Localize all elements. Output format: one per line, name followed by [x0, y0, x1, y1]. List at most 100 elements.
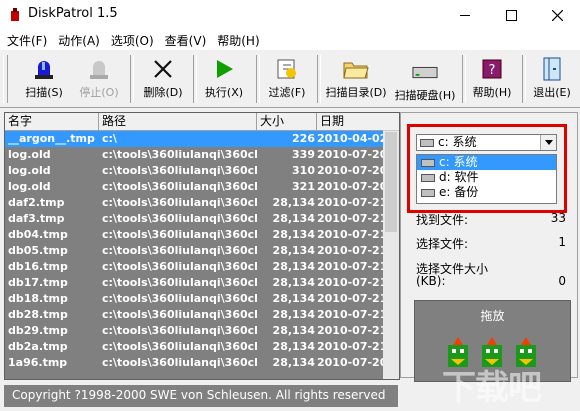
cell-size: 28,134 — [272, 292, 315, 305]
cell-path: c:\tools\360liulanqi\360chrome — [102, 164, 257, 177]
table-row[interactable]: log.old c:\tools\360liulanqi\360chrome 321… — [5, 179, 383, 195]
exit-door-icon — [539, 57, 565, 81]
cell-date: 2010-07-21 8:25 — [317, 212, 383, 225]
selected-size-unit: (KB): — [416, 274, 446, 288]
cell-path: c:\tools\360liulanqi\360chrome — [102, 260, 257, 273]
selected-files-value: 1 — [558, 235, 566, 249]
run-button[interactable]: 执行(X) — [198, 53, 250, 103]
cell-name: db16.tmp — [8, 260, 68, 273]
scan-dir-label: 扫描目录(D) — [325, 86, 387, 99]
cell-name: log.old — [8, 164, 51, 177]
table-row[interactable]: db29.tmp c:\tools\360liulanqi\360chrome 28… — [5, 323, 383, 339]
column-header-size[interactable]: 大小 — [257, 113, 317, 130]
menu-view[interactable]: 查看(V) — [158, 30, 207, 50]
scan-button[interactable]: 扫描(S) — [20, 53, 68, 103]
toolbar-separator — [317, 55, 321, 103]
cell-date: 2010-07-20 8:51 — [317, 148, 383, 161]
table-row[interactable]: db05.tmp c:\tools\360liulanqi\360chrome 28… — [5, 243, 383, 259]
cell-name: db2a.tmp — [8, 340, 68, 353]
cell-path: c:\tools\360liulanqi\360chrome — [102, 324, 257, 337]
delete-label: 删除(D) — [143, 86, 183, 99]
table-row[interactable]: db17.tmp c:\tools\360liulanqi\360chrome 28… — [5, 275, 383, 291]
menu-options[interactable]: 选项(O) — [104, 30, 154, 50]
cell-name: __argon__.tmp — [8, 132, 95, 145]
cell-date: 2010-07-21 8:25 — [317, 228, 383, 241]
cell-size: 28,134 — [272, 212, 315, 225]
table-row[interactable]: daf3.tmp c:\tools\360liulanqi\360chrome 28… — [5, 211, 383, 227]
cell-size: 28,134 — [272, 356, 315, 369]
toolbar-separator — [256, 55, 260, 103]
scroll-up-button[interactable] — [383, 113, 399, 131]
menu-action[interactable]: 动作(A) — [51, 30, 100, 50]
vertical-scrollbar[interactable] — [383, 113, 399, 379]
maximize-icon — [505, 9, 517, 21]
cell-path: c:\tools\360liulanqi\360chrome — [102, 292, 257, 305]
scan-dir-button[interactable]: 扫描目录(D) — [322, 53, 390, 103]
cell-date: 2010-07-20 8:51 — [317, 164, 383, 177]
table-row[interactable]: log.old c:\tools\360liulanqi\360chrome 310… — [5, 163, 383, 179]
table-body: __argon__.tmp c:\ 2262010-04-02 14:28 log.o… — [5, 131, 383, 371]
cell-size: 339 — [292, 148, 315, 161]
cell-path: c:\tools\360liulanqi\360chrome — [102, 340, 257, 353]
close-button[interactable] — [534, 0, 580, 30]
stop-button[interactable]: 停止(O) — [75, 53, 123, 103]
table-row[interactable]: db04.tmp c:\tools\360liulanqi\360chrome 28… — [5, 227, 383, 243]
cell-size: 28,134 — [272, 340, 315, 353]
minimize-icon — [460, 14, 470, 16]
cell-name: db18.tmp — [8, 292, 68, 305]
cell-name: db29.tmp — [8, 324, 68, 337]
table-row[interactable]: db2a.tmp c:\tools\360liulanqi\360chrome 28… — [5, 339, 383, 355]
scan-disk-label: 扫描硬盘(H) — [394, 89, 456, 102]
cell-path: c:\tools\360liulanqi\360chrome — [102, 212, 257, 225]
table-row[interactable]: daf2.tmp c:\tools\360liulanqi\360chrome 28… — [5, 195, 383, 211]
cell-date: 2010-07-21 8:25 — [317, 308, 383, 321]
cell-path: c:\tools\360liulanqi\360chrome — [102, 180, 257, 193]
toolbar-separator — [193, 55, 197, 103]
column-header-date[interactable]: 日期 — [317, 113, 383, 130]
table-row[interactable]: db16.tmp c:\tools\360liulanqi\360chrome 28… — [5, 259, 383, 275]
filter-button[interactable]: 过滤(F) — [262, 53, 312, 103]
drop-zone-label: 拖放 — [480, 309, 505, 323]
cell-date: 2010-07-21 8:25 — [317, 244, 383, 257]
table-header: 名字 路径 大小 日期 — [5, 113, 383, 131]
close-icon — [551, 9, 563, 21]
exit-label: 退出(E) — [533, 86, 571, 99]
menu-file[interactable]: 文件(F) — [0, 30, 47, 50]
cell-size: 28,134 — [272, 228, 315, 241]
table-row[interactable]: db18.tmp c:\tools\360liulanqi\360chrome 28… — [5, 291, 383, 307]
cell-name: 1a96.tmp — [8, 356, 68, 369]
column-header-path[interactable]: 路径 — [99, 113, 257, 130]
table-row[interactable]: __argon__.tmp c:\ 2262010-04-02 14:28 — [5, 131, 383, 147]
scan-disk-button[interactable]: 扫描硬盘(H) — [392, 53, 458, 103]
folder-icon — [343, 57, 369, 81]
filter-label: 过滤(F) — [268, 86, 306, 99]
window-title: DiskPatrol 1.5 — [28, 6, 118, 21]
minimize-button[interactable] — [442, 0, 488, 30]
status-bar: Copyright ?1998-2000 SWE von Schleusen. … — [4, 385, 398, 407]
cell-date: 2010-07-21 8:25 — [317, 292, 383, 305]
selected-files-label: 选择文件: — [416, 237, 469, 251]
maximize-button[interactable] — [488, 0, 534, 30]
column-header-name[interactable]: 名字 — [5, 113, 99, 130]
highlight-box — [407, 124, 567, 213]
cell-size: 310 — [292, 164, 315, 177]
cell-path: c:\tools\360liulanqi\360chrome — [102, 244, 257, 257]
help-button[interactable]: ? 帮助(H) — [468, 53, 516, 103]
cell-path: c:\tools\360liulanqi\360chrome — [102, 148, 257, 161]
cell-path: c:\tools\360liulanqi\360chrome — [102, 308, 257, 321]
menu-help[interactable]: 帮助(H) — [210, 30, 259, 50]
filter-icon — [274, 57, 300, 81]
cell-name: daf3.tmp — [8, 212, 65, 225]
cell-path: c:\tools\360liulanqi\360chrome — [102, 196, 257, 209]
delete-button[interactable]: 删除(D) — [137, 53, 189, 103]
table-row[interactable]: log.old c:\tools\360liulanqi\360chrome 339… — [5, 147, 383, 163]
exit-button[interactable]: 退出(E) — [528, 53, 576, 103]
toolbar-separator — [462, 55, 466, 103]
table-row[interactable]: db28.tmp c:\tools\360liulanqi\360chrome 28… — [5, 307, 383, 323]
delete-x-icon — [150, 57, 176, 81]
table-row[interactable]: 1a96.tmp c:\tools\360liulanqi\360chrome 28… — [5, 355, 383, 371]
siren-off-icon — [86, 57, 112, 81]
cell-name: db05.tmp — [8, 244, 68, 257]
file-table[interactable]: 名字 路径 大小 日期 __argon__.tmp c:\ 226 2010-04-0… — [4, 112, 400, 380]
scroll-thumb[interactable] — [385, 132, 397, 232]
